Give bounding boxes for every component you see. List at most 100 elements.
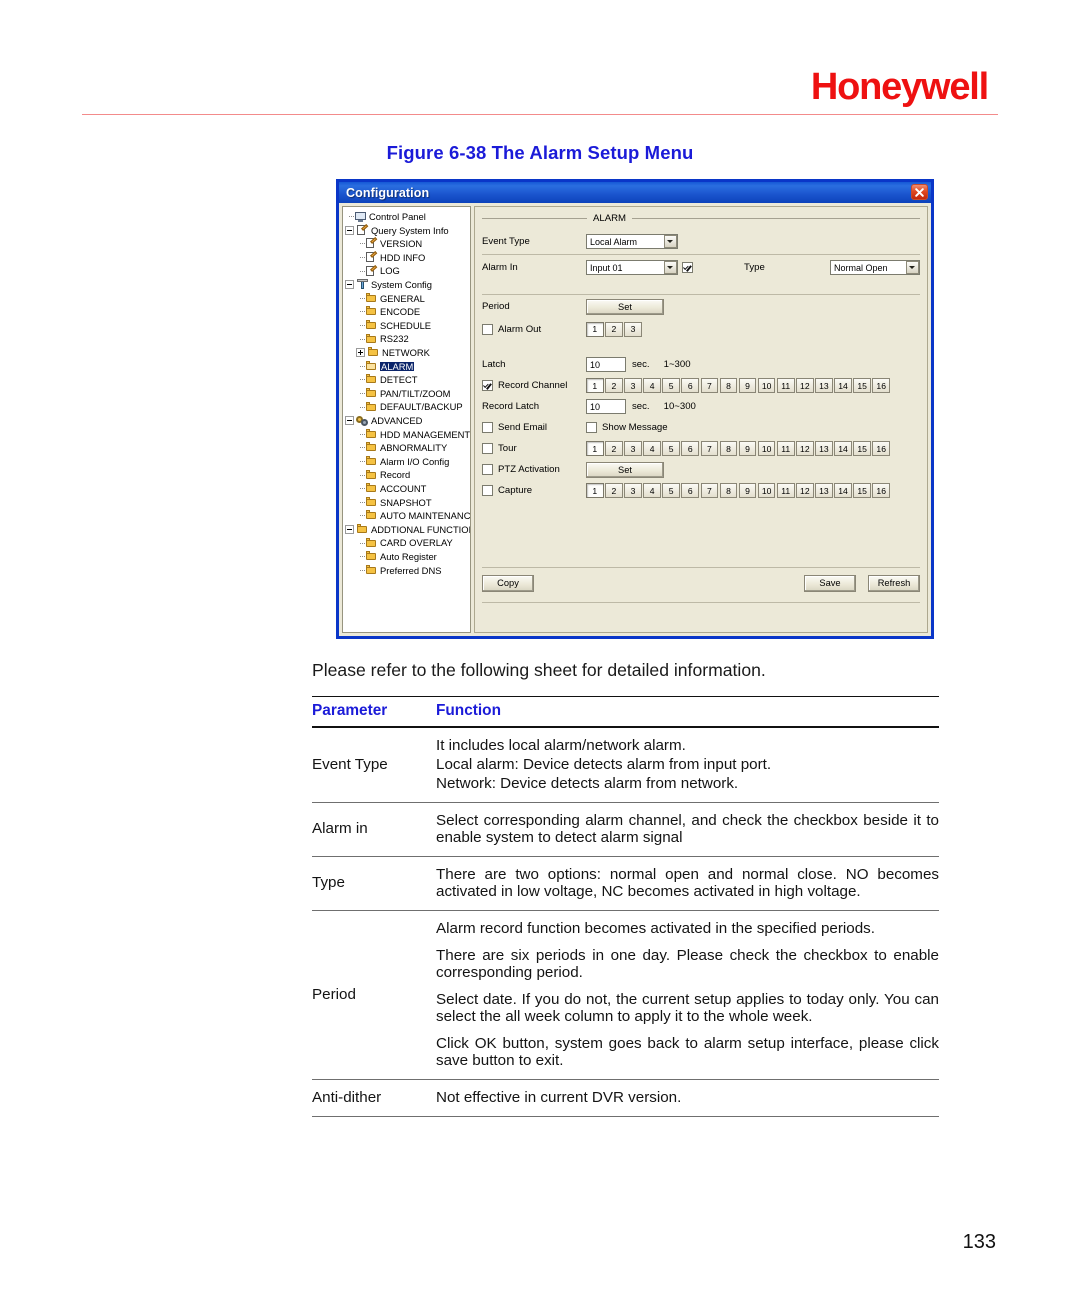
tour-channel-strip[interactable]: 1 2 3 4 5 6 7 8 9 10 11 12 13 14 15 16 <box>586 441 892 456</box>
channel-button-3[interactable]: 3 <box>624 483 642 498</box>
tree-item-network[interactable]: NETWORK <box>345 346 470 360</box>
navigation-tree[interactable]: Control Panel Query System Info VERSION HDD… <box>342 206 471 633</box>
type-select[interactable]: Normal Open <box>830 260 920 275</box>
record-channel-checkbox[interactable] <box>482 380 493 391</box>
tree-item-pan-tilt-zoom[interactable]: PAN/TILT/ZOOM <box>345 387 470 401</box>
chevron-down-icon[interactable] <box>663 235 677 248</box>
refresh-button[interactable]: Refresh <box>868 574 920 592</box>
alarm-out-checkbox[interactable] <box>482 323 493 335</box>
latch-input[interactable]: 10 <box>586 357 626 372</box>
channel-button-4[interactable]: 4 <box>643 483 661 498</box>
save-button[interactable]: Save <box>804 574 856 592</box>
period-set-button[interactable]: Set <box>586 298 664 315</box>
channel-button-11[interactable]: 11 <box>776 378 795 393</box>
collapse-icon[interactable] <box>345 280 354 290</box>
channel-button-11[interactable]: 11 <box>776 441 795 456</box>
channel-button-5[interactable]: 5 <box>662 441 680 456</box>
show-message-checkbox[interactable] <box>586 422 597 433</box>
channel-button-9[interactable]: 9 <box>738 378 757 393</box>
tree-item-detect[interactable]: DETECT <box>345 373 470 387</box>
tree-item-control-panel[interactable]: Control Panel <box>345 210 470 224</box>
channel-button-3[interactable]: 3 <box>624 321 642 337</box>
send-email-checkbox[interactable] <box>482 422 493 433</box>
capture-channel-strip[interactable]: 1 2 3 4 5 6 7 8 9 10 11 12 13 14 15 16 <box>586 483 892 498</box>
channel-button-2[interactable]: 2 <box>605 321 623 337</box>
tree-item-encode[interactable]: ENCODE <box>345 305 470 319</box>
record-latch-input[interactable]: 10 <box>586 399 626 414</box>
channel-button-9[interactable]: 9 <box>738 483 757 498</box>
tree-item-system-config[interactable]: System Config <box>345 278 470 292</box>
tree-item-snapshot[interactable]: SNAPSHOT <box>345 495 470 509</box>
channel-button-10[interactable]: 10 <box>757 378 776 393</box>
tree-item-general[interactable]: GENERAL <box>345 292 470 306</box>
channel-button-1[interactable]: 1 <box>586 321 604 337</box>
channel-button-3[interactable]: 3 <box>624 441 642 456</box>
channel-button-8[interactable]: 8 <box>719 378 738 393</box>
chevron-down-icon[interactable] <box>905 261 919 274</box>
tree-item-hdd-info[interactable]: HDD INFO <box>345 251 470 265</box>
channel-button-1[interactable]: 1 <box>586 441 604 456</box>
channel-button-16[interactable]: 16 <box>872 483 890 498</box>
channel-button-14[interactable]: 14 <box>834 441 852 456</box>
tree-item-record[interactable]: Record <box>345 468 470 482</box>
channel-button-14[interactable]: 14 <box>834 378 852 393</box>
tour-checkbox[interactable] <box>482 443 493 454</box>
tree-item-advanced[interactable]: ADVANCED <box>345 414 470 428</box>
channel-button-4[interactable]: 4 <box>643 441 661 456</box>
tree-item-abnormality[interactable]: ABNORMALITY <box>345 441 470 455</box>
capture-checkbox[interactable] <box>482 485 493 496</box>
chevron-down-icon[interactable] <box>663 261 677 274</box>
channel-button-16[interactable]: 16 <box>872 441 890 456</box>
channel-button-15[interactable]: 15 <box>853 378 871 393</box>
collapse-icon[interactable] <box>345 225 354 235</box>
tree-item-addtional-function[interactable]: ADDTIONAL FUNCTION <box>345 523 470 537</box>
channel-button-2[interactable]: 2 <box>605 483 623 498</box>
copy-button[interactable]: Copy <box>482 574 534 592</box>
channel-button-12[interactable]: 12 <box>796 483 814 498</box>
tree-item-alarm[interactable]: ALARM <box>345 360 470 374</box>
tree-item-version[interactable]: VERSION <box>345 237 470 251</box>
tree-item-query-system-info[interactable]: Query System Info <box>345 224 470 238</box>
channel-button-1[interactable]: 1 <box>586 483 604 498</box>
tree-item-schedule[interactable]: SCHEDULE <box>345 319 470 333</box>
channel-button-10[interactable]: 10 <box>757 483 776 498</box>
channel-button-7[interactable]: 7 <box>700 441 719 456</box>
channel-button-9[interactable]: 9 <box>738 441 757 456</box>
tree-item-log[interactable]: LOG <box>345 264 470 278</box>
channel-button-5[interactable]: 5 <box>662 378 680 393</box>
tree-item-hdd-management[interactable]: HDD MANAGEMENT <box>345 428 470 442</box>
channel-button-13[interactable]: 13 <box>815 378 833 393</box>
ptz-activation-checkbox[interactable] <box>482 464 493 475</box>
channel-button-5[interactable]: 5 <box>662 483 680 498</box>
alarm-out-channel-strip[interactable]: 123 <box>586 321 643 337</box>
channel-button-8[interactable]: 8 <box>719 483 738 498</box>
channel-button-16[interactable]: 16 <box>872 378 890 393</box>
channel-button-3[interactable]: 3 <box>624 378 642 393</box>
tree-item-auto-maintenance[interactable]: AUTO MAINTENANCE <box>345 509 470 523</box>
tree-item-auto-register[interactable]: Auto Register <box>345 550 470 564</box>
event-type-select[interactable]: Local Alarm <box>586 234 678 249</box>
tree-item-alarm-i-o-config[interactable]: Alarm I/O Config <box>345 455 470 469</box>
collapse-icon[interactable] <box>345 524 354 534</box>
channel-button-12[interactable]: 12 <box>796 378 814 393</box>
channel-button-4[interactable]: 4 <box>643 378 661 393</box>
tree-item-default-backup[interactable]: DEFAULT/BACKUP <box>345 400 470 414</box>
channel-button-7[interactable]: 7 <box>700 483 719 498</box>
channel-button-15[interactable]: 15 <box>853 483 871 498</box>
channel-button-12[interactable]: 12 <box>796 441 814 456</box>
close-icon[interactable] <box>911 184 928 200</box>
channel-button-6[interactable]: 6 <box>681 441 700 456</box>
channel-button-2[interactable]: 2 <box>605 441 623 456</box>
channel-button-6[interactable]: 6 <box>681 378 700 393</box>
record-channel-strip[interactable]: 1 2 3 4 5 6 7 8 9 10 11 12 13 14 15 16 <box>586 378 892 393</box>
tree-item-account[interactable]: ACCOUNT <box>345 482 470 496</box>
channel-button-7[interactable]: 7 <box>700 378 719 393</box>
channel-button-1[interactable]: 1 <box>586 378 604 393</box>
ptz-set-button[interactable]: Set <box>586 461 664 478</box>
collapse-icon[interactable] <box>345 416 354 426</box>
channel-button-13[interactable]: 13 <box>815 441 833 456</box>
tree-item-preferred-dns[interactable]: Preferred DNS <box>345 563 470 577</box>
channel-button-10[interactable]: 10 <box>757 441 776 456</box>
channel-button-2[interactable]: 2 <box>605 378 623 393</box>
channel-button-8[interactable]: 8 <box>719 441 738 456</box>
